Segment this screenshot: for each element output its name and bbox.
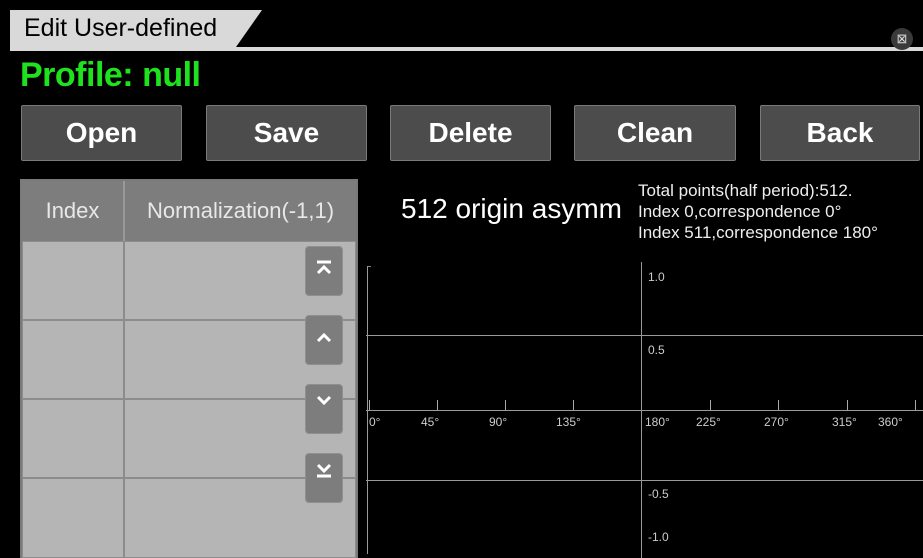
save-button[interactable]: Save [206,105,367,161]
y-label: 0.5 [648,343,665,357]
close-icon[interactable]: ⊠ [891,28,913,50]
x-label: 135° [556,415,581,429]
clean-button[interactable]: Clean [574,105,736,161]
open-button[interactable]: Open [21,105,182,161]
grid-line-0-5 [366,335,923,336]
waveform-plot[interactable]: 1.0 0.5 -0.5 -1.0 0° 45° 90° 135° 180° 2… [366,262,923,558]
info-line: Index 511,correspondence 180° [638,223,878,242]
table-cell-index[interactable] [22,478,124,558]
x-tick [847,400,848,410]
x-tick [505,400,506,410]
x-tick [573,400,574,410]
y-label: 1.0 [648,270,665,284]
scroll-bottom-icon[interactable] [305,453,343,503]
grid-line-neg-0-5 [366,480,923,481]
info-line: Total points(half period):512. [638,181,853,200]
table-cell-index[interactable] [22,320,124,399]
scroll-up-icon[interactable] [305,315,343,365]
x-tick [710,400,711,410]
x-label: 225° [696,415,721,429]
back-button[interactable]: Back [760,105,920,161]
profile-label: Profile: null [20,56,201,94]
x-label: 180° [645,415,670,429]
y-label: -0.5 [648,487,669,501]
x-tick [915,400,916,410]
scroll-down-icon[interactable] [305,384,343,434]
table-cell-index[interactable] [22,241,124,320]
info-line: Index 0,correspondence 0° [638,202,842,221]
y-label: -1.0 [648,530,669,544]
scroll-top-icon[interactable] [305,246,343,296]
delete-button[interactable]: Delete [390,105,551,161]
x-tick [437,400,438,410]
x-label: 315° [832,415,857,429]
plot-x-axis [366,410,923,411]
x-tick [369,400,370,410]
header-normalization: Normalization(-1,1) [125,181,356,241]
title-tab-slope [236,10,262,47]
x-label: 270° [764,415,789,429]
table-cell-index[interactable] [22,399,124,478]
header-index: Index [22,181,125,241]
window-title: Edit User-defined [10,10,236,47]
x-label: 45° [421,415,440,429]
wave-name: 512 origin asymm [401,193,622,224]
x-label: 90° [489,415,508,429]
x-tick [778,400,779,410]
x-label: 0° [369,415,381,429]
points-table: Index Normalization(-1,1) [20,179,358,558]
title-underline [10,47,923,51]
wave-info: Total points(half period):512. Index 0,c… [638,180,878,243]
x-label: 360° [878,415,903,429]
